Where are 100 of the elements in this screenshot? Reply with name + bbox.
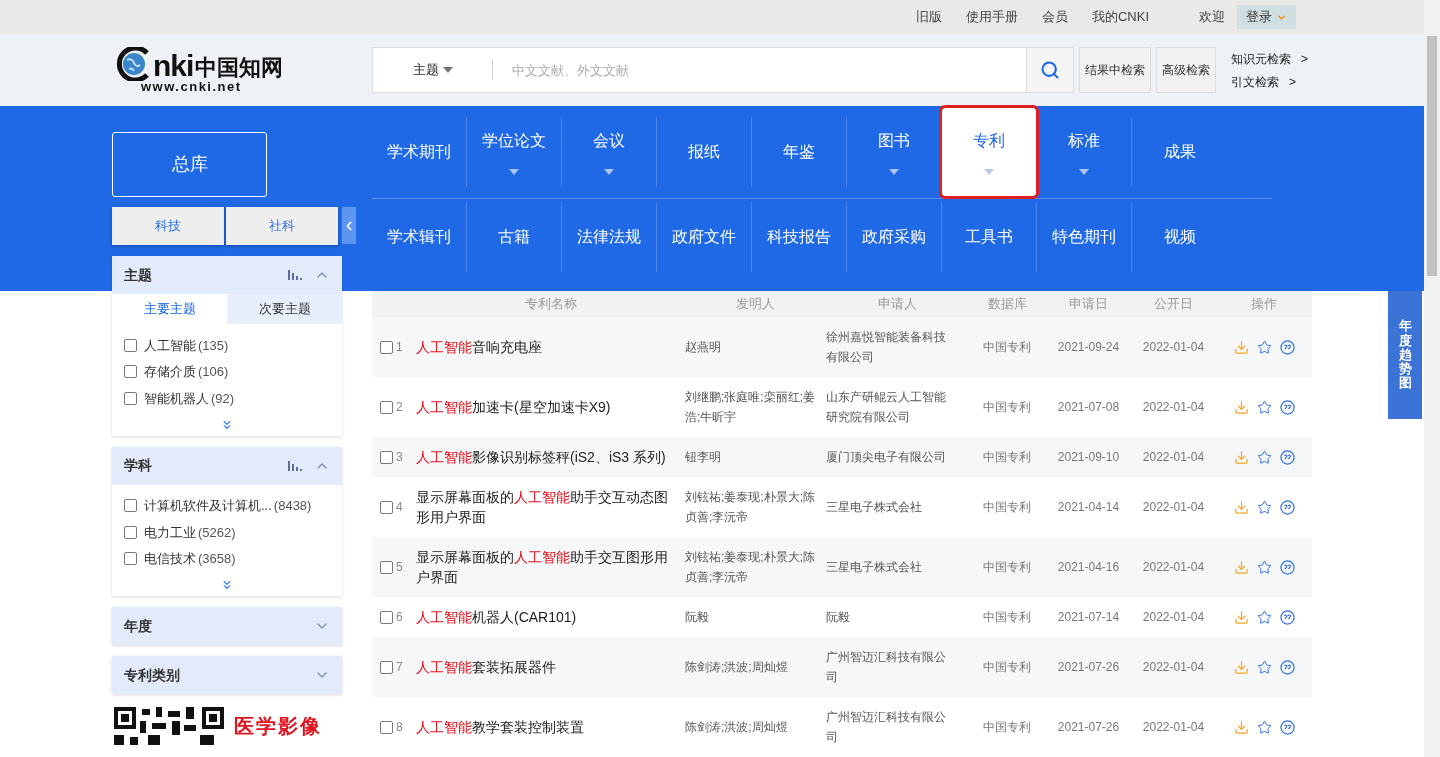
search-button[interactable] — [1026, 47, 1074, 94]
database-tab[interactable]: 科技 — [112, 207, 224, 245]
patent-title-link[interactable]: 人工智能音响充电座 — [416, 337, 671, 357]
category-tab[interactable]: 报纸 — [659, 117, 749, 187]
filter-header[interactable]: 年度 — [112, 607, 342, 645]
search-link[interactable]: 引文检索 > — [1231, 72, 1308, 91]
checkbox[interactable] — [380, 450, 393, 464]
search-field-select[interactable]: 主题 — [372, 47, 492, 94]
star-icon[interactable] — [1256, 609, 1272, 625]
category-tab[interactable]: 科技报告 — [754, 201, 844, 272]
star-icon[interactable] — [1256, 399, 1272, 415]
star-icon[interactable] — [1256, 499, 1272, 515]
quote-icon[interactable] — [1279, 609, 1295, 625]
filter-option[interactable]: 电力工业(5262) — [144, 522, 236, 542]
logo[interactable]: nki中国知网 www.cnki.net — [115, 47, 372, 94]
patent-title-link[interactable]: 人工智能加速卡(星空加速卡X9) — [416, 397, 671, 417]
category-tab[interactable]: 会议 — [564, 117, 654, 187]
collapse-sidebar-button[interactable] — [342, 207, 356, 244]
star-icon[interactable] — [1256, 659, 1272, 675]
checkbox[interactable] — [380, 660, 393, 674]
trend-chart-tab[interactable]: 年度趋势图 — [1388, 291, 1422, 419]
checkbox[interactable] — [380, 500, 393, 514]
main-database-button[interactable]: 总库 — [112, 132, 267, 197]
scrollbar-thumb[interactable] — [1427, 36, 1437, 276]
checkbox[interactable] — [124, 338, 137, 352]
inventor-text[interactable]: 陈剑涛;洪波;周灿煜 — [685, 717, 818, 737]
checkbox[interactable] — [380, 560, 393, 574]
top-link[interactable]: 我的CNKI — [1091, 7, 1149, 27]
category-tab[interactable]: 法律法规 — [564, 201, 654, 272]
checkbox[interactable] — [124, 365, 137, 379]
quote-icon[interactable] — [1279, 659, 1295, 675]
inventor-text[interactable]: 陈剑涛;洪波;周灿煜 — [685, 657, 818, 677]
category-tab[interactable]: 学位论文 — [469, 117, 559, 187]
search-option-button[interactable]: 高级检索 — [1156, 47, 1216, 94]
expand-more-icon[interactable] — [220, 578, 234, 592]
checkbox[interactable] — [124, 552, 137, 566]
patent-title-link[interactable]: 人工智能套装拓展器件 — [416, 657, 671, 677]
patent-title-link[interactable]: 人工智能机器人(CAR101) — [416, 607, 671, 627]
filter-option[interactable]: 人工智能(135) — [144, 335, 229, 355]
applicant-text[interactable]: 三星电子株式会社 — [826, 497, 956, 517]
checkbox[interactable] — [380, 340, 393, 354]
inventor-text[interactable]: 刘继鹏;张庭唯;栾丽红;姜浩;牛昕宇 — [685, 387, 818, 427]
quote-icon[interactable] — [1279, 449, 1295, 465]
star-icon[interactable] — [1256, 449, 1272, 465]
quote-icon[interactable] — [1279, 399, 1295, 415]
category-tab[interactable]: 标准 — [1039, 117, 1129, 187]
inventor-text[interactable]: 钮李明 — [685, 447, 818, 467]
inventor-text[interactable]: 赵燕明 — [685, 337, 818, 357]
search-option-button[interactable]: 结果中检索 — [1079, 47, 1151, 94]
inventor-text[interactable]: 刘铉祐;姜泰现;朴景大;陈贞善;李沅帝 — [685, 547, 818, 587]
category-tab[interactable]: 政府文件 — [659, 201, 749, 272]
database-tab[interactable]: 社科 — [226, 207, 338, 245]
search-field[interactable]: 中文文献、外文文献 — [493, 47, 1026, 94]
category-tab[interactable]: 专利 — [942, 108, 1036, 196]
star-icon[interactable] — [1256, 719, 1272, 735]
applicant-text[interactable]: 山东产研鲲云人工智能研究院有限公司 — [826, 387, 956, 427]
inventor-text[interactable]: 刘铉祐;姜泰现;朴景大;陈贞善;李沅帝 — [685, 487, 818, 527]
category-tab[interactable]: 特色期刊 — [1039, 201, 1129, 272]
subtab[interactable]: 次要主题 — [227, 294, 342, 324]
patent-title-link[interactable]: 人工智能影像识别标签秤(iS2、iS3 系列) — [416, 447, 671, 467]
checkbox[interactable] — [124, 499, 137, 513]
applicant-text[interactable]: 三星电子株式会社 — [826, 557, 956, 577]
quote-icon[interactable] — [1279, 339, 1295, 355]
category-tab[interactable]: 视频 — [1134, 201, 1225, 272]
quote-icon[interactable] — [1279, 559, 1295, 575]
category-tab[interactable]: 年鉴 — [754, 117, 844, 187]
category-tab[interactable]: 成果 — [1134, 117, 1225, 187]
category-tab[interactable]: 工具书 — [944, 201, 1034, 272]
top-link[interactable]: 使用手册 — [965, 7, 1018, 27]
checkbox[interactable] — [380, 400, 393, 414]
category-tab[interactable]: 政府采购 — [849, 201, 939, 272]
checkbox[interactable] — [380, 720, 393, 734]
star-icon[interactable] — [1256, 559, 1272, 575]
filter-option[interactable]: 计算机软件及计算机...(8438) — [144, 496, 312, 516]
filter-option[interactable]: 电信技术(3658) — [144, 549, 236, 569]
filter-header[interactable]: 学科 — [112, 446, 342, 485]
patent-title-link[interactable]: 显示屏幕面板的人工智能助手交互图形用户界面 — [416, 547, 671, 587]
checkbox[interactable] — [124, 525, 137, 539]
category-tab[interactable]: 学术期刊 — [374, 117, 464, 187]
ad-text[interactable]: 医学影像 — [234, 711, 322, 741]
applicant-text[interactable]: 徐州嘉悦智能装备科技有限公司 — [826, 327, 956, 367]
quote-icon[interactable] — [1279, 719, 1295, 735]
checkbox[interactable] — [380, 610, 393, 624]
category-tab[interactable]: 学术辑刊 — [374, 201, 464, 272]
inventor-text[interactable]: 阮毅 — [685, 607, 818, 627]
bar-chart-icon[interactable] — [288, 270, 302, 280]
bar-chart-icon[interactable] — [288, 460, 302, 471]
applicant-text[interactable]: 厦门顶尖电子有限公司 — [826, 447, 956, 467]
filter-option[interactable]: 存储介质(106) — [144, 362, 229, 382]
login-button[interactable]: 登录 — [1237, 5, 1296, 30]
search-link[interactable]: 知识元检索 > — [1231, 49, 1308, 68]
top-link[interactable]: 旧版 — [915, 7, 942, 27]
applicant-text[interactable]: 阮毅 — [826, 607, 956, 627]
applicant-text[interactable]: 广州智迈汇科技有限公司 — [826, 647, 956, 687]
filter-header[interactable]: 专利类别 — [112, 656, 342, 694]
filter-header[interactable]: 主题 — [112, 256, 342, 294]
star-icon[interactable] — [1256, 339, 1272, 355]
filter-option[interactable]: 智能机器人(92) — [144, 388, 235, 408]
top-link[interactable]: 会员 — [1041, 7, 1068, 27]
applicant-text[interactable]: 广州智迈汇科技有限公司 — [826, 707, 956, 747]
